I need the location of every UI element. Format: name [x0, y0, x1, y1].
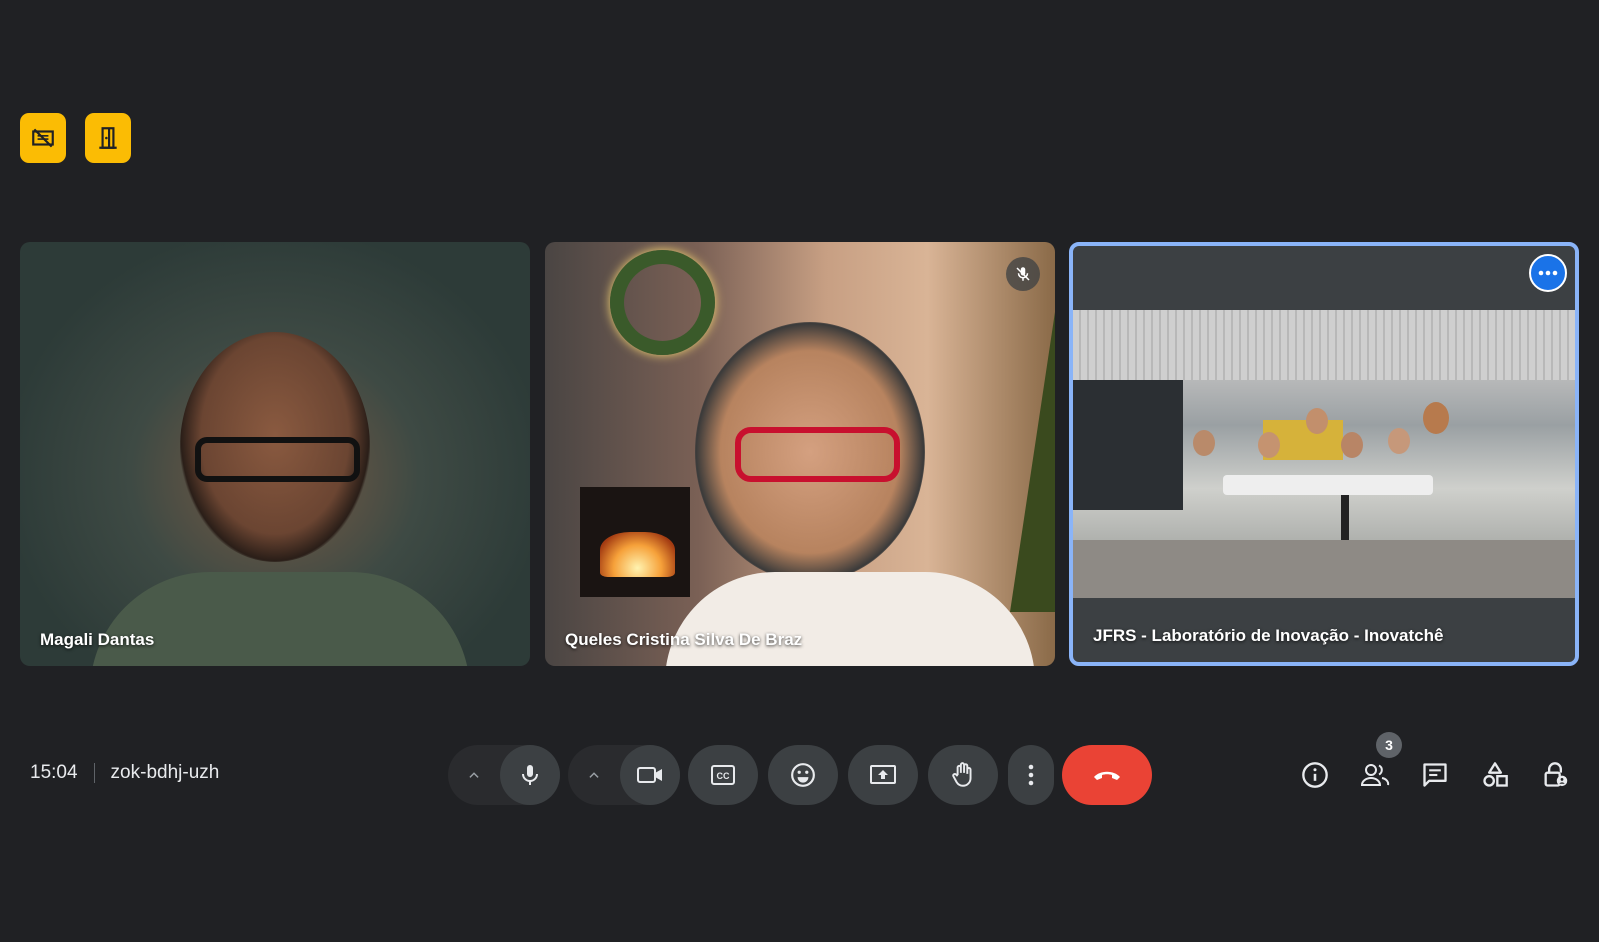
wreath: [610, 250, 715, 355]
participant-tile[interactable]: Magali Dantas: [20, 242, 530, 666]
activities-button[interactable]: [1475, 755, 1515, 795]
window-wall: [1073, 380, 1183, 510]
video-off-button[interactable]: [20, 113, 66, 163]
end-call-icon: [1094, 771, 1120, 780]
emoji-icon: [791, 763, 815, 787]
control-bar: 15:04 zok-bdhj-uzh CC 3: [0, 732, 1599, 806]
participant-video: [1073, 310, 1575, 598]
person-in-room: [1258, 432, 1280, 458]
participant-name: Queles Cristina Silva De Braz: [565, 630, 803, 649]
participant-name: JFRS - Laboratório de Inovação - Inovatc…: [1093, 626, 1444, 645]
table: [1223, 475, 1433, 495]
person-in-room: [1306, 408, 1328, 434]
participant-tile[interactable]: Queles Cristina Silva De Braz: [545, 242, 1055, 666]
closed-captions-icon: CC: [711, 765, 735, 785]
more-options-button[interactable]: [1529, 254, 1567, 292]
meeting-details-button[interactable]: [1295, 755, 1335, 795]
leave-room-button[interactable]: [85, 113, 131, 163]
lock-person-icon: [1544, 762, 1568, 787]
info-icon: [1302, 762, 1328, 788]
person-in-room: [1193, 430, 1215, 456]
end-call-button[interactable]: [1062, 745, 1152, 805]
reactions-button[interactable]: [768, 745, 838, 805]
host-controls-button[interactable]: [1535, 755, 1575, 795]
participant-tile[interactable]: JFRS - Laboratório de Inovação - Inovatc…: [1069, 242, 1579, 666]
floor: [1073, 540, 1575, 598]
more-options-button[interactable]: [1008, 745, 1054, 805]
more-vertical-icon: [1028, 764, 1034, 786]
shapes-icon: [1483, 762, 1508, 787]
hand-icon: [952, 762, 972, 787]
people-icon: [1360, 764, 1390, 786]
divider: [93, 763, 95, 783]
video-options-button[interactable]: [568, 768, 620, 782]
svg-text:CC: CC: [717, 771, 730, 781]
fire: [600, 532, 675, 577]
meeting-time: 15:04: [30, 762, 78, 783]
present-screen-button[interactable]: [848, 745, 918, 805]
present-screen-icon: [870, 765, 896, 784]
participant-body: [665, 572, 1035, 666]
camera-icon: [637, 767, 662, 783]
raise-hand-button[interactable]: [928, 745, 998, 805]
meeting-info: 15:04 zok-bdhj-uzh: [30, 762, 219, 784]
person-in-room: [1341, 432, 1363, 458]
glasses: [735, 427, 900, 482]
camera-button[interactable]: [620, 745, 680, 805]
chat-button[interactable]: [1415, 755, 1455, 795]
glasses: [195, 437, 360, 482]
audio-options-button[interactable]: [448, 768, 500, 782]
more-horizontal-icon: [1538, 270, 1558, 276]
muted-indicator: [1006, 257, 1040, 291]
microphone-button[interactable]: [500, 745, 560, 805]
no-video-icon: [32, 128, 54, 148]
chevron-up-icon: [589, 772, 599, 778]
captions-button[interactable]: CC: [688, 745, 758, 805]
microphone-icon: [522, 765, 538, 785]
person-in-room: [1423, 402, 1449, 434]
chat-icon: [1423, 763, 1447, 787]
person-in-room: [1388, 428, 1410, 454]
participant-name: Magali Dantas: [40, 630, 155, 649]
ceiling-grid: [1073, 310, 1575, 380]
leave-room-icon: [99, 127, 117, 149]
people-button[interactable]: [1355, 755, 1395, 795]
participant-body: [90, 572, 470, 666]
meeting-code: zok-bdhj-uzh: [110, 762, 220, 783]
audio-control-group: [448, 745, 560, 805]
chevron-up-icon: [469, 772, 479, 778]
mic-off-icon: [1016, 267, 1030, 281]
christmas-tree: [1010, 312, 1055, 612]
video-control-group: [568, 745, 680, 805]
